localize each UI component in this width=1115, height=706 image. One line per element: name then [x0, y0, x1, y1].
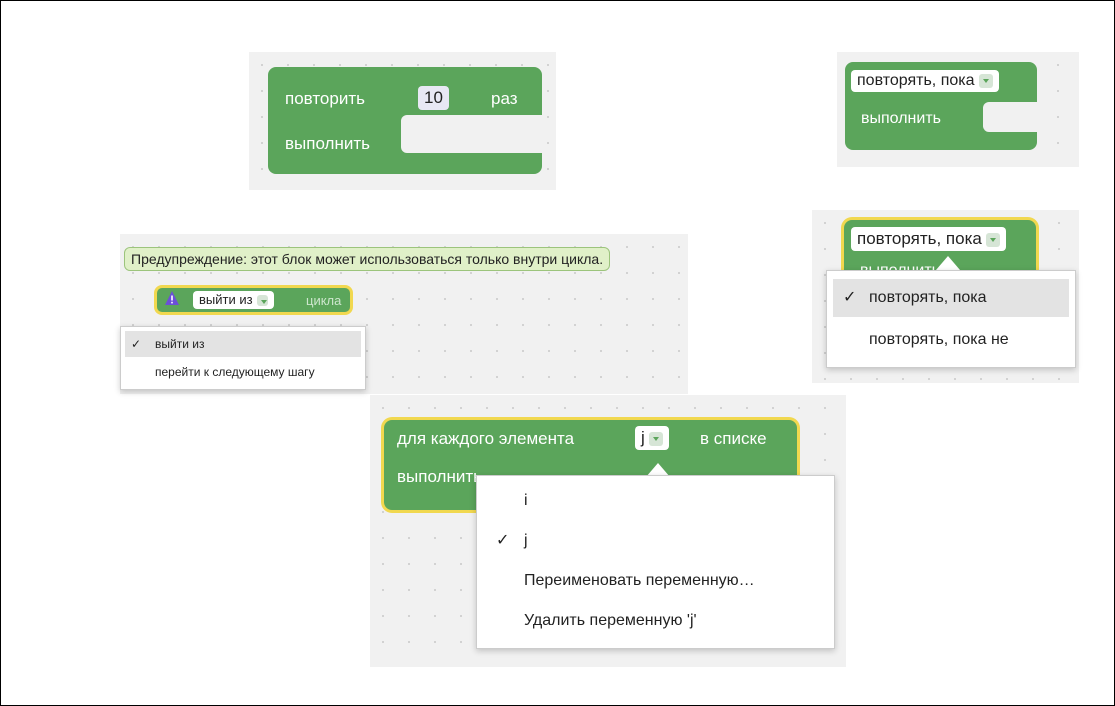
menu-item-break[interactable]: ✓ выйти из: [125, 331, 361, 357]
check-icon: ✓: [131, 337, 142, 351]
repeat-suffix: раз: [491, 89, 518, 108]
menu-item-var-j[interactable]: ✓ j: [477, 522, 834, 560]
menu-item-continue[interactable]: перейти к следующему шагу: [125, 359, 361, 385]
workspace-panel-break: Предупреждение: этот блок может использо…: [120, 234, 688, 394]
menu-item-label: j: [524, 532, 528, 549]
break-suffix: цикла: [306, 293, 342, 308]
repeat-label: повторить: [285, 89, 365, 108]
dropdown-arrow-icon: [985, 232, 1000, 247]
warning-tooltip: Предупреждение: этот блок может использо…: [124, 247, 611, 271]
menu-item-delete-variable[interactable]: Удалить переменную 'j': [477, 602, 834, 640]
break-mode-menu: ✓ выйти из перейти к следующему шагу: [120, 326, 366, 390]
dropdown-arrow-icon: [978, 73, 993, 88]
workspace-panel-while-dropdown: повторять, пока выполнить ✓ повторять, п…: [812, 210, 1079, 383]
foreach-suffix: в списке: [700, 429, 767, 448]
dropdown-arrow-icon: [648, 431, 663, 446]
workspace-panel-foreach: для каждого элемента j в списке выполнит…: [370, 395, 846, 667]
menu-item-label: Удалить переменную 'j': [524, 612, 697, 629]
menu-item-label: повторять, пока не: [869, 331, 1009, 348]
menu-item-rename-variable[interactable]: Переименовать переменную…: [477, 562, 834, 600]
while-mode-dropdown-open[interactable]: повторять, пока: [851, 227, 1006, 251]
workspace-panel-while: повторять, пока выполнить: [837, 52, 1079, 167]
menu-item-label: повторять, пока: [869, 289, 987, 306]
repeat-count-field[interactable]: 10: [418, 86, 449, 110]
foreach-variable-menu: i ✓ j Переименовать переменную… Удалить …: [476, 475, 835, 649]
workspace-panel-repeat: повторить 10 раз выполнить: [249, 52, 556, 190]
while-mode-menu: ✓ повторять, пока повторять, пока не: [826, 270, 1076, 368]
menu-item-label: Переименовать переменную…: [524, 572, 755, 589]
check-icon: ✓: [496, 532, 510, 549]
repeat-statement-slot: [401, 115, 542, 153]
repeat-do-label: выполнить: [285, 134, 370, 153]
while-mode-dropdown[interactable]: повторять, пока: [851, 70, 999, 92]
menu-item-while[interactable]: ✓ повторять, пока: [833, 279, 1069, 317]
warning-triangle-icon[interactable]: [164, 290, 180, 311]
menu-item-label: выйти из: [155, 337, 205, 351]
dropdown-arrow-icon: [256, 295, 268, 307]
while-statement-slot: [983, 102, 1037, 132]
foreach-variable-dropdown[interactable]: j: [635, 426, 669, 450]
break-mode-dropdown[interactable]: выйти из: [193, 291, 274, 309]
menu-item-label: перейти к следующему шагу: [155, 365, 315, 379]
break-mode-value: выйти из: [199, 292, 253, 307]
check-icon: ✓: [843, 289, 857, 306]
menu-item-until[interactable]: повторять, пока не: [833, 321, 1069, 359]
foreach-do-label: выполнить: [397, 467, 482, 486]
while-mode-value: повторять, пока: [857, 72, 975, 89]
menu-pointer: [936, 256, 960, 270]
menu-item-label: i: [524, 492, 528, 509]
while-do-label: выполнить: [861, 110, 941, 127]
while-mode-value: повторять, пока: [857, 229, 982, 248]
foreach-label: для каждого элемента: [397, 429, 575, 448]
menu-item-var-i[interactable]: i: [477, 482, 834, 520]
foreach-variable-value: j: [641, 428, 645, 447]
